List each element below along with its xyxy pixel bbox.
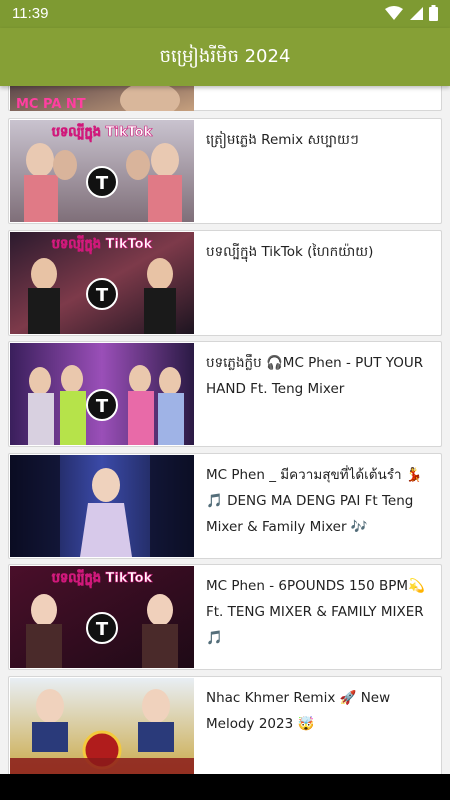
video-thumbnail <box>10 678 194 774</box>
status-bar: 11:39 <box>0 0 450 28</box>
app-bar: ចម្រៀងរីមិច 2024 <box>0 28 450 86</box>
video-thumbnail: MC PA NT <box>10 86 194 111</box>
status-icons <box>385 5 438 25</box>
battery-icon <box>429 5 438 25</box>
navigation-bar <box>0 774 450 800</box>
video-thumbnail <box>10 455 194 557</box>
app-title: ចម្រៀងរីមិច 2024 <box>159 45 291 67</box>
video-card[interactable]: MC Phen _ มีความสุขที่ได้เต้นรำ 💃🎵 DENG … <box>8 453 442 559</box>
svg-text:T: T <box>96 173 109 194</box>
video-thumbnail: បទល្បីក្នុង TikTok T <box>10 120 194 222</box>
video-title: Nhac Khmer Remix 🚀 New Melody 2023 🤯 <box>206 690 391 732</box>
thumbnail-badge: បទល្បីក្នុង TikTok <box>52 235 153 254</box>
thumbnail-label: MC PA NT <box>16 97 86 111</box>
wifi-icon <box>385 5 403 25</box>
thumbnail-badge: បទល្បីក្នុង TikTok <box>52 569 153 588</box>
video-card[interactable]: បទល្បីក្នុង TikTok T MC Phen - 6POUNDS 1… <box>8 564 442 670</box>
video-card-partial[interactable]: MC PA NT <box>8 86 442 111</box>
svg-text:T: T <box>96 285 109 306</box>
video-card[interactable]: បទល្បីក្នុង TikTok T បទល្បីក្នុង TikTok … <box>8 230 442 336</box>
video-card[interactable]: Nhac Khmer Remix 🚀 New Melody 2023 🤯 <box>8 676 442 774</box>
thumbnail-badge: បទល្បីក្នុង TikTok <box>52 123 153 142</box>
status-time: 11:39 <box>12 5 49 22</box>
video-thumbnail: T <box>10 343 194 445</box>
svg-text:T: T <box>96 619 109 640</box>
video-thumbnail: បទល្បីក្នុង TikTok T <box>10 566 194 668</box>
video-title: បទល្បីក្នុង TikTok (ហៃកយ៉ាយ) <box>206 244 374 260</box>
video-title: ត្រៀមភ្លេង Remix សប្បាយៗ <box>206 132 359 148</box>
video-card[interactable]: T បទភ្លេងក្លឹប 🎧MC Phen - PUT YOUR HAND … <box>8 341 442 447</box>
video-thumbnail: បទល្បីក្នុង TikTok T <box>10 232 194 334</box>
svg-text:T: T <box>96 396 109 417</box>
video-list[interactable]: MC PA NT បទល្បីក្នុង TikTok T ត្រៀមភ្លេង… <box>0 86 450 774</box>
signal-icon <box>409 6 423 25</box>
video-title: MC Phen _ มีความสุขที่ได้เต้นรำ 💃🎵 DENG … <box>206 467 423 535</box>
video-title: បទភ្លេងក្លឹប 🎧MC Phen - PUT YOUR HAND Ft… <box>206 355 424 397</box>
video-title: MC Phen - 6POUNDS 150 BPM💫 Ft. TENG MIXE… <box>206 578 425 646</box>
video-card[interactable]: បទល្បីក្នុង TikTok T ត្រៀមភ្លេង Remix សប… <box>8 118 442 224</box>
